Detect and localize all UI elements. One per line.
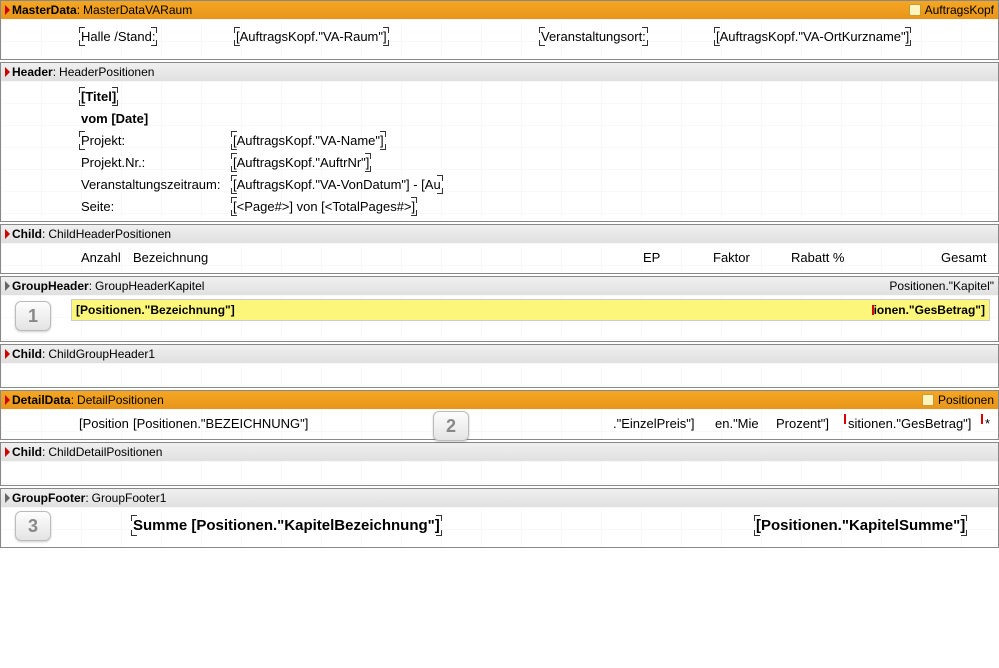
field-datum[interactable]: vom [Date] — [81, 111, 148, 126]
band-name: MasterDataVARaum — [83, 3, 192, 17]
col-rabatt[interactable]: Rabatt % — [791, 250, 844, 265]
band-body-childheader[interactable]: Anzahl Bezeichnung EP Faktor Rabatt % Ge… — [1, 243, 998, 273]
field-bez[interactable]: [Positionen."BEZEICHNUNG"] — [133, 416, 308, 431]
band-body-childgroupheader[interactable] — [1, 363, 998, 387]
band-arrow-icon — [5, 395, 10, 405]
band-header-header[interactable]: Header: HeaderPositionen — [1, 63, 998, 81]
col-ep[interactable]: EP — [643, 250, 660, 265]
field-projektnr-expr[interactable]: [AuftragsKopf."AuftrNr"] — [233, 155, 369, 170]
col-gesamt[interactable]: Gesamt — [941, 250, 987, 265]
band-type-label: GroupFooter — [12, 491, 85, 505]
dataset-name: AuftragsKopf — [925, 3, 994, 17]
band-name: HeaderPositionen — [59, 65, 154, 79]
band-header-childgroupheader[interactable]: Child: ChildGroupHeader1 — [1, 345, 998, 363]
dataset-icon — [909, 4, 921, 16]
field-titel[interactable]: [Titel] — [81, 89, 116, 104]
band-type-label: Header — [12, 65, 53, 79]
col-faktor[interactable]: Faktor — [713, 250, 750, 265]
field-star[interactable]: * — [985, 416, 990, 431]
band-arrow-icon — [5, 281, 10, 291]
field-halle-expr[interactable]: [AuftragsKopf."VA-Raum"] — [236, 29, 387, 44]
field-projekt-expr[interactable]: [AuftragsKopf."VA-Name"] — [233, 133, 384, 148]
band-arrow-icon — [5, 493, 10, 503]
field-ep[interactable]: ."EinzelPreis"] — [613, 416, 694, 431]
field-projekt-label[interactable]: Projekt: — [81, 133, 125, 148]
col-anzahl[interactable]: Anzahl — [81, 250, 121, 265]
badge-1: 1 — [15, 301, 51, 331]
band-name: GroupFooter1 — [92, 491, 167, 505]
field-pos[interactable]: [Position — [79, 416, 129, 431]
band-header[interactable]: Header: HeaderPositionen [Titel] vom [Da… — [0, 62, 999, 222]
field-prozent[interactable]: Prozent"] — [776, 416, 829, 431]
field-summe-label[interactable]: Summe [Positionen."KapitelBezeichnung"] — [133, 517, 440, 534]
red-marker-icon — [872, 305, 874, 315]
band-detaildata[interactable]: DetailData: DetailPositionen Positionen … — [0, 390, 999, 440]
field-miet[interactable]: en."Mie — [715, 416, 759, 431]
dataset-name: Positionen — [938, 393, 994, 407]
band-body-detaildata[interactable]: 2 [Position [Positionen."BEZEICHNUNG"] .… — [1, 409, 998, 439]
field-projektnr-label[interactable]: Projekt.Nr.: — [81, 155, 145, 170]
band-name: ChildGroupHeader1 — [48, 347, 155, 361]
field-seite-label[interactable]: Seite: — [81, 199, 114, 214]
band-type-label: Child — [12, 227, 42, 241]
band-arrow-icon — [5, 349, 10, 359]
band-type-label: MasterData — [12, 3, 77, 17]
band-header-groupheader[interactable]: GroupHeader: GroupHeaderKapitel Position… — [1, 277, 998, 295]
band-body-header[interactable]: [Titel] vom [Date] Projekt: [AuftragsKop… — [1, 81, 998, 221]
band-name: DetailPositionen — [77, 393, 164, 407]
badge-3: 3 — [15, 511, 51, 541]
band-body-groupfooter[interactable]: 3 Summe [Positionen."KapitelBezeichnung"… — [1, 507, 998, 547]
band-groupheader[interactable]: GroupHeader: GroupHeaderKapitel Position… — [0, 276, 999, 342]
band-name: GroupHeaderKapitel — [95, 279, 204, 293]
field-ort-expr[interactable]: [AuftragsKopf."VA-OrtKurzname"] — [716, 29, 909, 44]
band-masterdata[interactable]: MasterData: MasterDataVARaum AuftragsKop… — [0, 0, 999, 60]
band-header-groupfooter[interactable]: GroupFooter: GroupFooter1 — [1, 489, 998, 507]
band-groupfooter[interactable]: GroupFooter: GroupFooter1 3 Summe [Posit… — [0, 488, 999, 548]
band-childheader[interactable]: Child: ChildHeaderPositionen Anzahl Beze… — [0, 224, 999, 274]
band-name: ChildDetailPositionen — [48, 445, 162, 459]
band-body-childdetail[interactable] — [1, 461, 998, 485]
band-header-childheader[interactable]: Child: ChildHeaderPositionen — [1, 225, 998, 243]
band-arrow-icon — [5, 447, 10, 457]
band-childdetail[interactable]: Child: ChildDetailPositionen — [0, 442, 999, 486]
badge-2: 2 — [433, 411, 469, 441]
dataset-icon — [922, 394, 934, 406]
band-body-masterdata[interactable]: Halle /Stand: [AuftragsKopf."VA-Raum"] V… — [1, 19, 998, 59]
field-summe-expr[interactable]: [Positionen."KapitelSumme"] — [756, 517, 965, 534]
highlighted-row[interactable]: [Positionen."Bezeichnung"] ionen."GesBet… — [71, 299, 990, 321]
band-header-detaildata[interactable]: DetailData: DetailPositionen Positionen — [1, 391, 998, 409]
band-arrow-icon — [5, 67, 10, 77]
band-type-label: Child — [12, 445, 42, 459]
field-halle-label[interactable]: Halle /Stand: — [81, 29, 155, 44]
band-arrow-icon — [5, 229, 10, 239]
group-condition: Positionen."Kapitel" — [889, 279, 994, 293]
band-type-label: GroupHeader — [12, 279, 89, 293]
band-type-label: DetailData — [12, 393, 71, 407]
field-ges[interactable]: sitionen."GesBetrag"] — [848, 416, 971, 431]
red-marker-icon — [844, 414, 846, 424]
field-ort-label[interactable]: Veranstaltungsort: — [541, 29, 646, 44]
field-bezeichnung-expr[interactable]: [Positionen."Bezeichnung"] — [76, 303, 872, 317]
band-body-groupheader[interactable]: 1 [Positionen."Bezeichnung"] ionen."GesB… — [1, 295, 998, 341]
field-zeitraum-expr[interactable]: [AuftragsKopf."VA-VonDatum"] - [Au — [233, 177, 441, 192]
band-header-masterdata[interactable]: MasterData: MasterDataVARaum AuftragsKop… — [1, 1, 998, 19]
field-zeitraum-label[interactable]: Veranstaltungszeitraum: — [81, 177, 220, 192]
field-seite-expr[interactable]: [<Page#>] von [<TotalPages#>] — [233, 199, 415, 214]
band-header-childdetail[interactable]: Child: ChildDetailPositionen — [1, 443, 998, 461]
band-type-label: Child — [12, 347, 42, 361]
band-childgroupheader[interactable]: Child: ChildGroupHeader1 — [0, 344, 999, 388]
col-bezeichnung[interactable]: Bezeichnung — [133, 250, 208, 265]
band-name: ChildHeaderPositionen — [48, 227, 171, 241]
band-arrow-icon — [5, 5, 10, 15]
red-marker-icon — [981, 414, 983, 424]
field-gesbetrag-expr[interactable]: ionen."GesBetrag"] — [874, 303, 985, 317]
